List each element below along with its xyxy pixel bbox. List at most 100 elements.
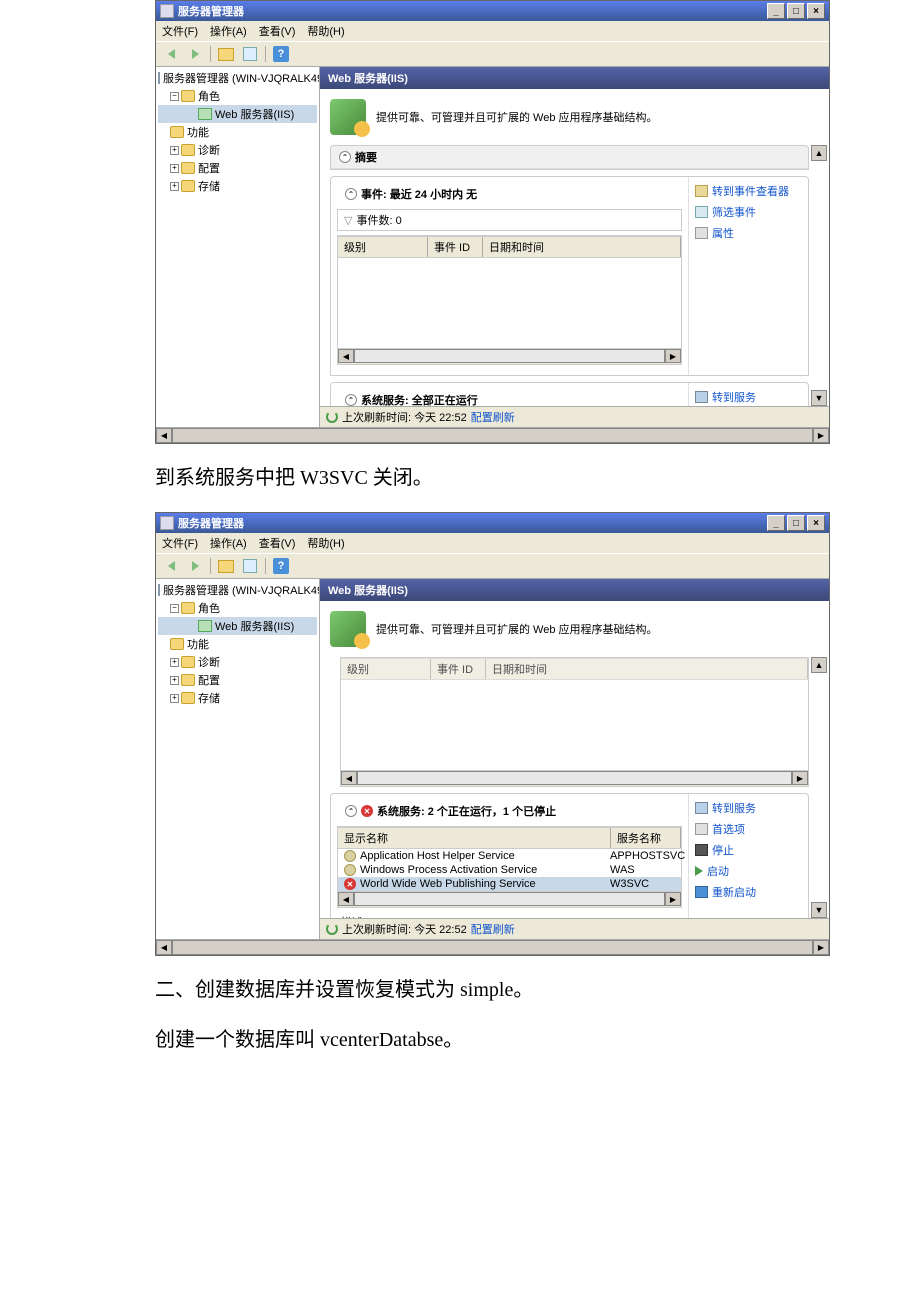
forward-button[interactable] bbox=[186, 45, 204, 63]
collapse-icon[interactable]: − bbox=[170, 92, 179, 101]
tree-config[interactable]: +配置 bbox=[158, 159, 317, 177]
link-goto-services[interactable]: 转到服务 bbox=[695, 389, 802, 405]
menu-help[interactable]: 帮助(H) bbox=[307, 23, 344, 39]
restart-icon bbox=[695, 886, 708, 898]
tree-diagnostics[interactable]: +诊断 bbox=[158, 141, 317, 159]
link-event-viewer[interactable]: 转到事件查看器 bbox=[695, 183, 802, 199]
link-stop[interactable]: 停止 bbox=[695, 842, 802, 858]
collapse-icon[interactable]: ⌃ bbox=[345, 394, 357, 406]
expand-icon[interactable]: + bbox=[170, 146, 179, 155]
collapse-icon[interactable]: − bbox=[170, 604, 179, 613]
tree-root[interactable]: 服务器管理器 (WIN-VJQRALK494 bbox=[158, 581, 317, 599]
back-button[interactable] bbox=[162, 557, 180, 575]
service-row[interactable]: Application Host Helper ServiceAPPHOSTSV… bbox=[338, 849, 681, 863]
close-button[interactable]: × bbox=[807, 515, 825, 531]
menu-file[interactable]: 文件(F) bbox=[162, 23, 198, 39]
tree-hscrollbar[interactable]: ◀▶ bbox=[156, 939, 829, 955]
forward-button[interactable] bbox=[186, 557, 204, 575]
tree-features[interactable]: 功能 bbox=[158, 635, 317, 653]
link-goto-services[interactable]: 转到服务 bbox=[695, 800, 802, 816]
link-config-refresh[interactable]: 配置刷新 bbox=[471, 409, 515, 425]
hscrollbar[interactable]: ◀▶ bbox=[338, 348, 681, 364]
service-row[interactable]: Windows Process Activation ServiceWAS bbox=[338, 863, 681, 877]
close-button[interactable]: × bbox=[807, 3, 825, 19]
hscrollbar[interactable]: ◀▶ bbox=[338, 891, 681, 907]
link-properties[interactable]: 属性 bbox=[695, 225, 802, 241]
col-id[interactable]: 事件 ID bbox=[428, 237, 483, 257]
col-display-name[interactable]: 显示名称 bbox=[338, 828, 611, 848]
menu-file[interactable]: 文件(F) bbox=[162, 535, 198, 551]
tree-diagnostics[interactable]: +诊断 bbox=[158, 653, 317, 671]
help-button[interactable]: ? bbox=[272, 45, 290, 63]
service-row-stopped[interactable]: ✕World Wide Web Publishing ServiceW3SVC bbox=[338, 877, 681, 891]
menu-action[interactable]: 操作(A) bbox=[210, 535, 247, 551]
scroll-down-button[interactable]: ▼ bbox=[811, 902, 827, 918]
tree-roles[interactable]: −角色 bbox=[158, 87, 317, 105]
hscrollbar[interactable]: ◀▶ bbox=[341, 770, 808, 786]
tree-roles[interactable]: −角色 bbox=[158, 599, 317, 617]
link-filter-events[interactable]: 筛选事件 bbox=[695, 204, 802, 220]
separator bbox=[210, 558, 211, 574]
expand-icon[interactable]: + bbox=[170, 182, 179, 191]
tree-features[interactable]: 功能 bbox=[158, 123, 317, 141]
view-button[interactable] bbox=[241, 557, 259, 575]
col-datetime[interactable]: 日期和时间 bbox=[486, 659, 808, 679]
col-level[interactable]: 级别 bbox=[338, 237, 428, 257]
role-icon bbox=[181, 602, 195, 614]
description-row: 提供可靠、可管理并且可扩展的 Web 应用程序基础结构。 bbox=[320, 89, 829, 145]
titlebar[interactable]: 服务器管理器 _ □ × bbox=[156, 1, 829, 21]
col-datetime[interactable]: 日期和时间 bbox=[483, 237, 681, 257]
tree-root[interactable]: 服务器管理器 (WIN-VJQRALK494 bbox=[158, 69, 317, 87]
scroll-down-button[interactable]: ▼ bbox=[811, 390, 827, 406]
back-button[interactable] bbox=[162, 45, 180, 63]
link-start[interactable]: 启动 bbox=[695, 863, 802, 879]
col-id[interactable]: 事件 ID bbox=[431, 659, 486, 679]
arrow-left-icon bbox=[168, 561, 175, 571]
role-icon bbox=[181, 90, 195, 102]
toolbar: ? bbox=[156, 41, 829, 67]
maximize-button[interactable]: □ bbox=[787, 3, 805, 19]
expand-icon[interactable]: + bbox=[170, 676, 179, 685]
collapse-icon[interactable]: ⌃ bbox=[345, 805, 357, 817]
expand-icon[interactable]: + bbox=[170, 658, 179, 667]
tree-config[interactable]: +配置 bbox=[158, 671, 317, 689]
col-level[interactable]: 级别 bbox=[341, 659, 431, 679]
prefs-icon bbox=[695, 823, 708, 835]
tree-iis[interactable]: Web 服务器(IIS) bbox=[158, 617, 317, 635]
up-button[interactable] bbox=[217, 557, 235, 575]
expand-icon[interactable]: + bbox=[170, 164, 179, 173]
scroll-up-button[interactable]: ▲ bbox=[811, 657, 827, 673]
iis-icon bbox=[198, 620, 212, 632]
menu-view[interactable]: 查看(V) bbox=[259, 23, 296, 39]
view-button[interactable] bbox=[241, 45, 259, 63]
link-preferences[interactable]: 首选项 bbox=[695, 821, 802, 837]
menu-view[interactable]: 查看(V) bbox=[259, 535, 296, 551]
link-restart[interactable]: 重新启动 bbox=[695, 884, 802, 900]
minimize-button[interactable]: _ bbox=[767, 3, 785, 19]
up-button[interactable] bbox=[217, 45, 235, 63]
scroll-up-button[interactable]: ▲ bbox=[811, 145, 827, 161]
tree-iis[interactable]: Web 服务器(IIS) bbox=[158, 105, 317, 123]
gear-icon bbox=[695, 802, 708, 814]
main-panel: Web 服务器(IIS) 提供可靠、可管理并且可扩展的 Web 应用程序基础结构… bbox=[320, 67, 829, 427]
menu-help[interactable]: 帮助(H) bbox=[307, 535, 344, 551]
col-service-name[interactable]: 服务名称 bbox=[611, 828, 681, 848]
instruction-text-1: 到系统服务中把 W3SVC 关闭。 bbox=[155, 462, 765, 494]
server-manager-window-1: 服务器管理器 _ □ × 文件(F) 操作(A) 查看(V) 帮助(H) ? 服… bbox=[155, 0, 830, 444]
events-table-body bbox=[338, 258, 681, 348]
collapse-icon[interactable]: ⌃ bbox=[345, 188, 357, 200]
tree-hscrollbar[interactable]: ◀▶ bbox=[156, 427, 829, 443]
menu-action[interactable]: 操作(A) bbox=[210, 23, 247, 39]
menubar: 文件(F) 操作(A) 查看(V) 帮助(H) bbox=[156, 21, 829, 41]
collapse-icon[interactable]: ⌃ bbox=[339, 151, 351, 163]
minimize-button[interactable]: _ bbox=[767, 515, 785, 531]
tree-storage[interactable]: +存储 bbox=[158, 177, 317, 195]
titlebar[interactable]: 服务器管理器 _ □ × bbox=[156, 513, 829, 533]
help-button[interactable]: ? bbox=[272, 557, 290, 575]
link-config-refresh[interactable]: 配置刷新 bbox=[471, 921, 515, 937]
expand-icon[interactable]: + bbox=[170, 694, 179, 703]
tree-storage[interactable]: +存储 bbox=[158, 689, 317, 707]
gear-icon bbox=[695, 391, 708, 403]
iis-icon bbox=[198, 108, 212, 120]
maximize-button[interactable]: □ bbox=[787, 515, 805, 531]
